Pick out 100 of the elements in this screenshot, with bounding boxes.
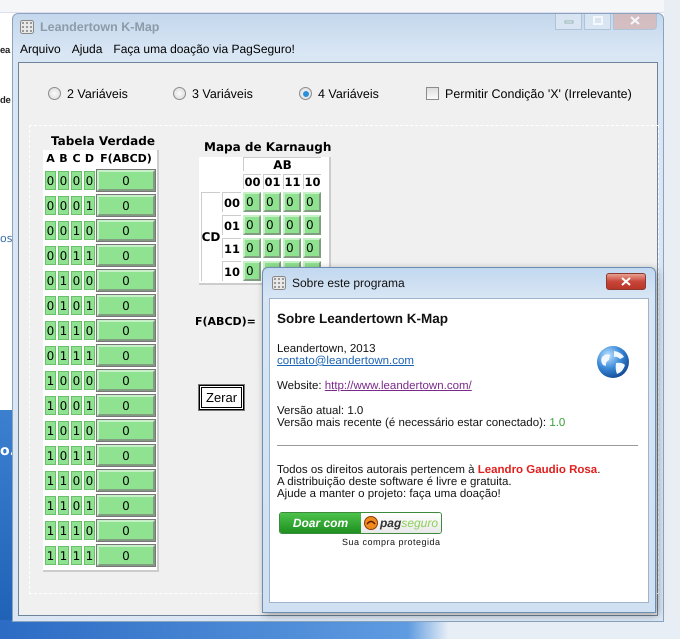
map-cell[interactable]: 0 [283,238,301,258]
table-cell: 1 [45,521,56,540]
table-cell: 1 [84,196,95,215]
output-cell[interactable]: 0 [97,295,155,316]
table-cell: 0 [71,471,82,490]
table-cell: 1 [84,546,95,565]
table-cell: 1 [84,246,95,265]
table-cell: 0 [58,371,69,390]
table-cell: 0 [84,521,95,540]
table-cell: 0 [71,371,82,390]
menu-item[interactable]: Ajuda [72,42,102,57]
output-cell[interactable]: 0 [97,220,155,241]
info-text: Website: [277,380,322,392]
output-cell[interactable]: 0 [97,470,155,491]
radio-button[interactable] [299,87,312,100]
map-cell[interactable]: 0 [263,192,281,212]
output-cell[interactable]: 0 [97,420,155,441]
map-cell[interactable]: 0 [263,215,281,235]
menu-item[interactable]: Arquivo [20,42,61,57]
output-cell[interactable]: 0 [97,445,155,466]
menu-item[interactable]: Faça uma doação via PagSeguro! [113,42,295,57]
map-cell[interactable]: 0 [303,215,321,235]
table-cell: 1 [84,346,95,365]
output-cell[interactable]: 0 [97,270,155,291]
map-cell[interactable]: 0 [283,192,301,212]
radio-button[interactable] [48,87,61,100]
table-cell: 0 [71,196,82,215]
map-cell[interactable]: 0 [243,192,261,212]
keypad-icon [20,20,34,34]
table-cell: 1 [58,271,69,290]
map-title: Mapa de Karnaugh [204,140,332,155]
info-text: Todos os direitos autorais pertencem à Leandro Gaudio Rosa. [277,464,602,476]
output-cell[interactable]: 0 [97,345,155,366]
table-cell: 0 [84,471,95,490]
close-icon [630,16,640,25]
output-cell[interactable]: 0 [97,395,155,416]
reset-button[interactable]: Zerar [199,385,244,410]
radio-option[interactable]: 2 Variáveis [48,86,128,100]
donate-button[interactable]: Doar com pagseguro [279,512,442,534]
minimize-button[interactable] [555,14,582,30]
table-cell: 0 [45,196,56,215]
background-text: ea [0,44,10,58]
output-cell[interactable]: 0 [97,170,155,191]
table-cell: 0 [58,246,69,265]
table-cell: 0 [45,171,56,190]
map-cell[interactable]: 0 [303,238,321,258]
table-cell: 1 [45,496,56,515]
radio-button[interactable] [173,87,186,100]
output-cell[interactable]: 0 [97,545,155,566]
checkbox[interactable] [426,87,439,100]
row-label: 11 [222,238,241,258]
map-cell[interactable]: 0 [283,215,301,235]
radio-option[interactable]: 3 Variáveis [173,86,253,100]
map-cell[interactable]: 0 [263,238,281,258]
table-cell: 0 [58,171,69,190]
table-cell: 0 [45,246,56,265]
map-cell[interactable]: 0 [243,215,261,235]
website-link[interactable]: http://www.leandertown.com/ [324,380,472,392]
table-cell: 0 [71,396,82,415]
map-cell[interactable]: 0 [243,238,261,258]
radio-option[interactable]: 4 Variáveis [299,86,379,100]
table-cell: 0 [71,296,82,315]
map-cell[interactable]: 0 [243,261,261,281]
close-button[interactable] [606,273,646,290]
globe-icon [596,345,630,379]
checkbox-option[interactable]: Permitir Condição 'X' (Irrelevante) [426,86,632,100]
table-cell: 0 [45,221,56,240]
variable-label: CD [201,192,220,281]
output-cell[interactable]: 0 [97,245,155,266]
maximize-button[interactable] [584,14,611,30]
pagseguro-logo-icon [364,516,378,530]
window-title: Leandertown K-Map [40,20,160,34]
output-cell[interactable]: 0 [97,495,155,516]
table-cell: 0 [84,171,95,190]
table-cell: 1 [58,546,69,565]
email-link[interactable]: contato@leandertown.com [277,355,414,367]
info-text: Versão atual: 1.0 [277,405,364,417]
table-cell: 1 [45,546,56,565]
table-cell: 1 [71,546,82,565]
background-text: os [0,232,12,246]
output-cell[interactable]: 0 [97,320,155,341]
table-cell: 0 [84,421,95,440]
table-cell: 0 [84,271,95,290]
map-cell[interactable]: 0 [303,192,321,212]
table-cell: 0 [45,296,56,315]
output-cell[interactable]: 0 [97,195,155,216]
table-cell: 1 [71,446,82,465]
table-title: Tabela Verdade [50,134,156,150]
table-cell: 1 [58,321,69,340]
table-cell: 0 [58,396,69,415]
table-cell: 1 [45,371,56,390]
row-label: 01 [222,215,241,235]
table-cell: 1 [58,471,69,490]
background-text: de [0,94,10,108]
table-cell: 0 [45,321,56,340]
output-cell[interactable]: 0 [97,370,155,391]
table-cell: 0 [58,221,69,240]
expression-label: F(ABCD)= [195,315,256,328]
column-label: 01 [263,174,281,189]
output-cell[interactable]: 0 [97,520,155,541]
